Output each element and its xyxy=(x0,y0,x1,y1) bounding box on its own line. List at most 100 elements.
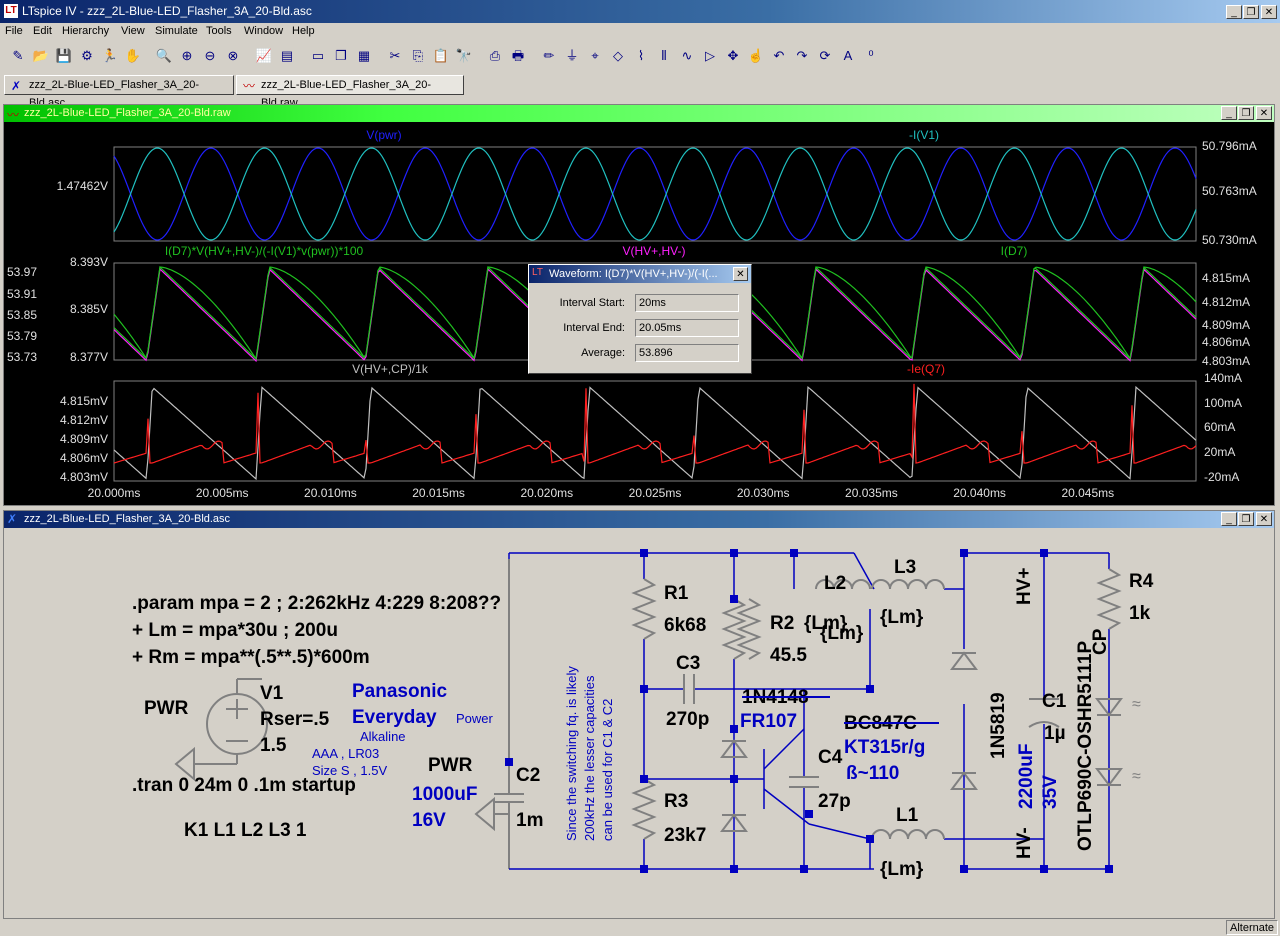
trace-label-vcp[interactable]: V(HV+,CP)/1k xyxy=(352,362,429,376)
menu-help[interactable]: Help xyxy=(292,25,315,37)
resistor-r1[interactable] xyxy=(631,578,657,640)
dialog-close-button[interactable]: ✕ xyxy=(733,267,748,281)
trace-label-id7[interactable]: I(D7) xyxy=(1001,244,1028,258)
d-sch-name[interactable]: 1N5819 xyxy=(988,692,1009,759)
rotate-icon[interactable]: ⟳ xyxy=(815,46,835,66)
print-icon[interactable]: 🖶 xyxy=(508,46,528,66)
menu-simulate[interactable]: Simulate xyxy=(155,25,198,37)
close-all-icon[interactable]: ▦ xyxy=(354,46,374,66)
l1-value[interactable]: {Lm} xyxy=(880,859,924,880)
capacitor-c3[interactable] xyxy=(683,674,695,704)
net-label-hvp[interactable]: HV+ xyxy=(1014,568,1035,606)
zoom-full-icon[interactable]: ⊕ xyxy=(177,46,197,66)
schematic-canvas[interactable]: .param mpa = 2 ; 2:262kHz 4:229 8:208?? … xyxy=(4,529,1272,917)
average-field[interactable]: 53.896 xyxy=(635,344,739,362)
schematic-close-button[interactable]: ✕ xyxy=(1256,512,1272,526)
resistor-icon[interactable]: ⌇ xyxy=(631,46,651,66)
zoom-out-icon[interactable]: ⊖ xyxy=(200,46,220,66)
trace-label-vpwr[interactable]: V(pwr) xyxy=(366,128,401,142)
note-size2[interactable]: Size S , 1.5V xyxy=(312,763,387,778)
waveform-restore-button[interactable]: ❐ xyxy=(1238,106,1254,120)
draw-wire-icon[interactable]: ✏ xyxy=(539,46,559,66)
capacitor-c4[interactable] xyxy=(789,776,819,788)
r1-name[interactable]: R1 xyxy=(664,583,689,604)
l2-value[interactable]: {Lm} xyxy=(820,623,864,644)
tile-horizontal-icon[interactable]: ▭ xyxy=(308,46,328,66)
c3-value[interactable]: 270p xyxy=(666,709,709,730)
note-capacity[interactable]: Since the switching fq. is likely 200kHz… xyxy=(564,666,615,841)
menu-view[interactable]: View xyxy=(121,25,145,37)
close-button[interactable]: ✕ xyxy=(1261,5,1277,19)
label-net-icon[interactable]: ⌖ xyxy=(585,46,605,66)
move-icon[interactable]: ✥ xyxy=(723,46,743,66)
open-schematic-icon[interactable]: ✎ xyxy=(8,46,28,66)
l2-name[interactable]: L2 xyxy=(824,573,846,594)
ground-icon[interactable]: ⏚ xyxy=(562,46,582,66)
paste-icon[interactable]: 📋 xyxy=(431,46,451,66)
l3-value[interactable]: {Lm} xyxy=(880,607,924,628)
c2-value[interactable]: 1m xyxy=(516,810,543,831)
menu-edit[interactable]: Edit xyxy=(33,25,52,37)
c2-name[interactable]: C2 xyxy=(516,765,540,786)
d1-alt[interactable]: FR107 xyxy=(740,711,797,732)
inductor-l3[interactable] xyxy=(871,579,945,590)
net-label-hvn[interactable]: HV- xyxy=(1014,827,1035,859)
r2-value2[interactable]: 45.5 xyxy=(770,645,807,666)
spice-directive-icon[interactable]: ⁰ xyxy=(861,46,881,66)
spice-directive-tran[interactable]: .tran 0 24m 0 .1m startup xyxy=(132,775,356,796)
menu-file[interactable]: File xyxy=(5,25,23,37)
net-label-pwr[interactable]: PWR xyxy=(144,698,189,719)
note-size1[interactable]: AAA , LR03 xyxy=(312,746,379,761)
resistor-r2b[interactable] xyxy=(736,598,762,660)
resistor-r4[interactable] xyxy=(1096,568,1122,630)
component-icon[interactable]: ◇ xyxy=(608,46,628,66)
c3-name[interactable]: C3 xyxy=(676,653,700,674)
menu-tools[interactable]: Tools xyxy=(206,25,232,37)
pan-icon[interactable]: ✋ xyxy=(123,46,143,66)
q1-alt[interactable]: KT315r/g xyxy=(844,737,925,758)
c1-value[interactable]: 1µ xyxy=(1044,723,1066,744)
capacitor-icon[interactable]: ⫴ xyxy=(654,46,674,66)
c4-name[interactable]: C4 xyxy=(818,747,843,768)
spice-directive-lm[interactable]: + Lm = mpa*30u ; 200u xyxy=(132,620,338,641)
r4-name[interactable]: R4 xyxy=(1129,571,1154,592)
inductor-icon[interactable]: ∿ xyxy=(677,46,697,66)
c2-note1[interactable]: 1000uF xyxy=(412,784,477,805)
r2-name[interactable]: R2 xyxy=(770,613,794,634)
r4-value[interactable]: 1k xyxy=(1129,603,1151,624)
text-icon[interactable]: A xyxy=(838,46,858,66)
resistor-r3[interactable] xyxy=(631,778,657,840)
run-icon[interactable]: 🏃 xyxy=(100,46,120,66)
r3-name[interactable]: R3 xyxy=(664,791,688,812)
voltage-source-v1[interactable] xyxy=(174,678,268,782)
waveform-close-button[interactable]: ✕ xyxy=(1256,106,1272,120)
v1-rser[interactable]: Rser=.5 xyxy=(260,709,330,730)
l3-name[interactable]: L3 xyxy=(894,557,916,578)
inductor-l1[interactable] xyxy=(871,829,945,840)
q1-beta[interactable]: ß~110 xyxy=(846,763,899,784)
diode-icon[interactable]: ▷ xyxy=(700,46,720,66)
note-type[interactable]: Power xyxy=(456,711,494,726)
schematic-restore-button[interactable]: ❐ xyxy=(1238,512,1254,526)
tab-schematic[interactable]: ✗ zzz_2L-Blue-LED_Flasher_3A_20-Bld.asc xyxy=(4,75,234,109)
cut-icon[interactable]: ✂ xyxy=(385,46,405,66)
led-name[interactable]: OTLP690C-OSHR5111P xyxy=(1075,641,1096,851)
spice-directive-rm[interactable]: + Rm = mpa**(.5**.5)*600m xyxy=(132,647,370,668)
note-line[interactable]: Everyday xyxy=(352,707,437,728)
l1-name[interactable]: L1 xyxy=(896,805,919,826)
minimize-button[interactable]: _ xyxy=(1226,5,1242,19)
schematic-minimize-button[interactable]: _ xyxy=(1221,512,1237,526)
undo-icon[interactable]: ↶ xyxy=(769,46,789,66)
c4-value[interactable]: 27p xyxy=(818,791,851,812)
maximize-button[interactable]: ❐ xyxy=(1243,5,1259,19)
plot-settings-icon[interactable]: ▤ xyxy=(277,46,297,66)
menu-window[interactable]: Window xyxy=(244,25,283,37)
spice-directive-param[interactable]: .param mpa = 2 ; 2:262kHz 4:229 8:208?? xyxy=(132,593,501,614)
autorange-icon[interactable]: 📈 xyxy=(254,46,274,66)
print-setup-icon[interactable]: ⎙ xyxy=(485,46,505,66)
net-label-pwr-c2[interactable]: PWR xyxy=(428,755,473,776)
note-brand[interactable]: Panasonic xyxy=(352,681,447,702)
zoom-cancel-icon[interactable]: ⊗ xyxy=(223,46,243,66)
cascade-icon[interactable]: ❐ xyxy=(331,46,351,66)
c1-name[interactable]: C1 xyxy=(1042,691,1067,712)
